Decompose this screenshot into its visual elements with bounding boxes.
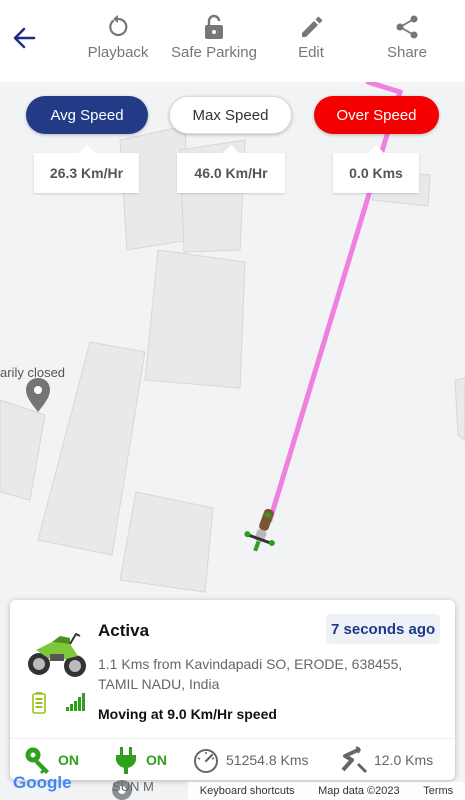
max-speed-button[interactable]: Max Speed	[169, 96, 292, 134]
share-label: Share	[386, 44, 428, 61]
back-arrow-icon	[13, 27, 36, 49]
playback-button[interactable]: Playback	[85, 14, 151, 61]
share-button[interactable]: Share	[382, 14, 432, 61]
unlock-icon	[205, 14, 223, 39]
share-icon	[396, 15, 418, 39]
vehicle-info-card[interactable]: Activa 7 seconds ago 1.1 Kms from Kavind…	[10, 600, 455, 780]
keyboard-shortcuts-link[interactable]: Keyboard shortcuts	[200, 785, 295, 797]
edit-button[interactable]: Edit	[290, 14, 332, 61]
map-building	[119, 491, 214, 593]
top-toolbar: Playback Safe Parking Edit Share	[0, 0, 465, 82]
map-poi-label: arily closed	[0, 365, 66, 380]
avg-speed-button[interactable]: Avg Speed	[26, 96, 148, 134]
google-logo-text: Google	[13, 773, 72, 792]
terms-link[interactable]: Terms	[423, 785, 453, 797]
signal-icon	[66, 693, 85, 711]
location-pin-icon	[26, 378, 50, 412]
ignition-value: ON	[58, 752, 79, 768]
replay-icon	[109, 15, 128, 37]
vehicle-address: 1.1 Kms from Kavindapadi SO, ERODE, 6384…	[98, 656, 403, 692]
over-speed-button[interactable]: Over Speed	[314, 96, 439, 134]
map-building	[454, 377, 465, 441]
vehicle-marker-icon	[244, 508, 275, 552]
vehicle-stats-bar: ON ON 51254.8 Kms 12.0 Kms	[10, 738, 455, 780]
motorcycle-icon	[28, 632, 86, 677]
distance-status: 12.0 Kms	[340, 739, 433, 781]
power-value: ON	[146, 752, 167, 768]
speedometer-icon	[194, 749, 218, 773]
last-update-badge: 7 seconds ago	[326, 614, 441, 644]
key-icon	[25, 747, 49, 774]
over-speed-value: 0.0 Kms	[333, 145, 419, 193]
edit-label: Edit	[298, 44, 324, 61]
back-button[interactable]	[10, 24, 40, 52]
avg-speed-value: 26.3 Km/Hr	[34, 145, 139, 193]
playback-label: Playback	[87, 44, 149, 61]
vehicle-name: Activa	[98, 621, 150, 640]
pencil-icon	[302, 16, 323, 37]
odometer-value: 51254.8 Kms	[226, 752, 309, 768]
plug-icon	[116, 747, 136, 774]
safe-parking-button[interactable]: Safe Parking	[168, 14, 260, 61]
road-icon	[341, 746, 368, 774]
map-building	[0, 399, 46, 501]
max-speed-value: 46.0 Km/Hr	[177, 145, 285, 193]
distance-value: 12.0 Kms	[374, 752, 434, 768]
bottom-poi-label: SUN M	[112, 779, 154, 794]
safe-parking-label: Safe Parking	[171, 44, 257, 61]
google-logo: Google	[13, 773, 72, 793]
map-attribution: Keyboard shortcuts Map data ©2023 Terms	[188, 782, 465, 800]
odometer-status: 51254.8 Kms	[192, 739, 309, 781]
map-data-label: Map data ©2023	[318, 785, 400, 797]
power-status: ON	[112, 739, 167, 781]
movement-status: Moving at 9.0 Km/Hr speed	[98, 706, 277, 722]
map-building	[144, 249, 246, 389]
battery-icon	[32, 692, 46, 714]
